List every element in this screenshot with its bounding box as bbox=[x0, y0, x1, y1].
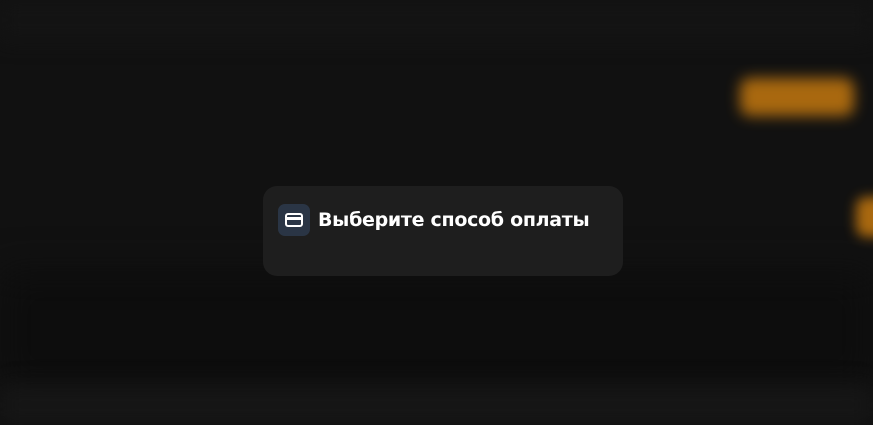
credit-card-icon bbox=[278, 204, 310, 236]
blurred-accent-button bbox=[740, 78, 854, 116]
payment-method-modal: Выберите способ оплаты bbox=[263, 186, 623, 276]
modal-title: Выберите способ оплаты bbox=[318, 209, 590, 231]
blurred-footer-area bbox=[0, 385, 873, 425]
blurred-content-area bbox=[0, 270, 873, 390]
blurred-header-area bbox=[0, 0, 873, 40]
blurred-accent-button-edge bbox=[856, 197, 873, 237]
modal-header: Выберите способ оплаты bbox=[278, 204, 590, 236]
